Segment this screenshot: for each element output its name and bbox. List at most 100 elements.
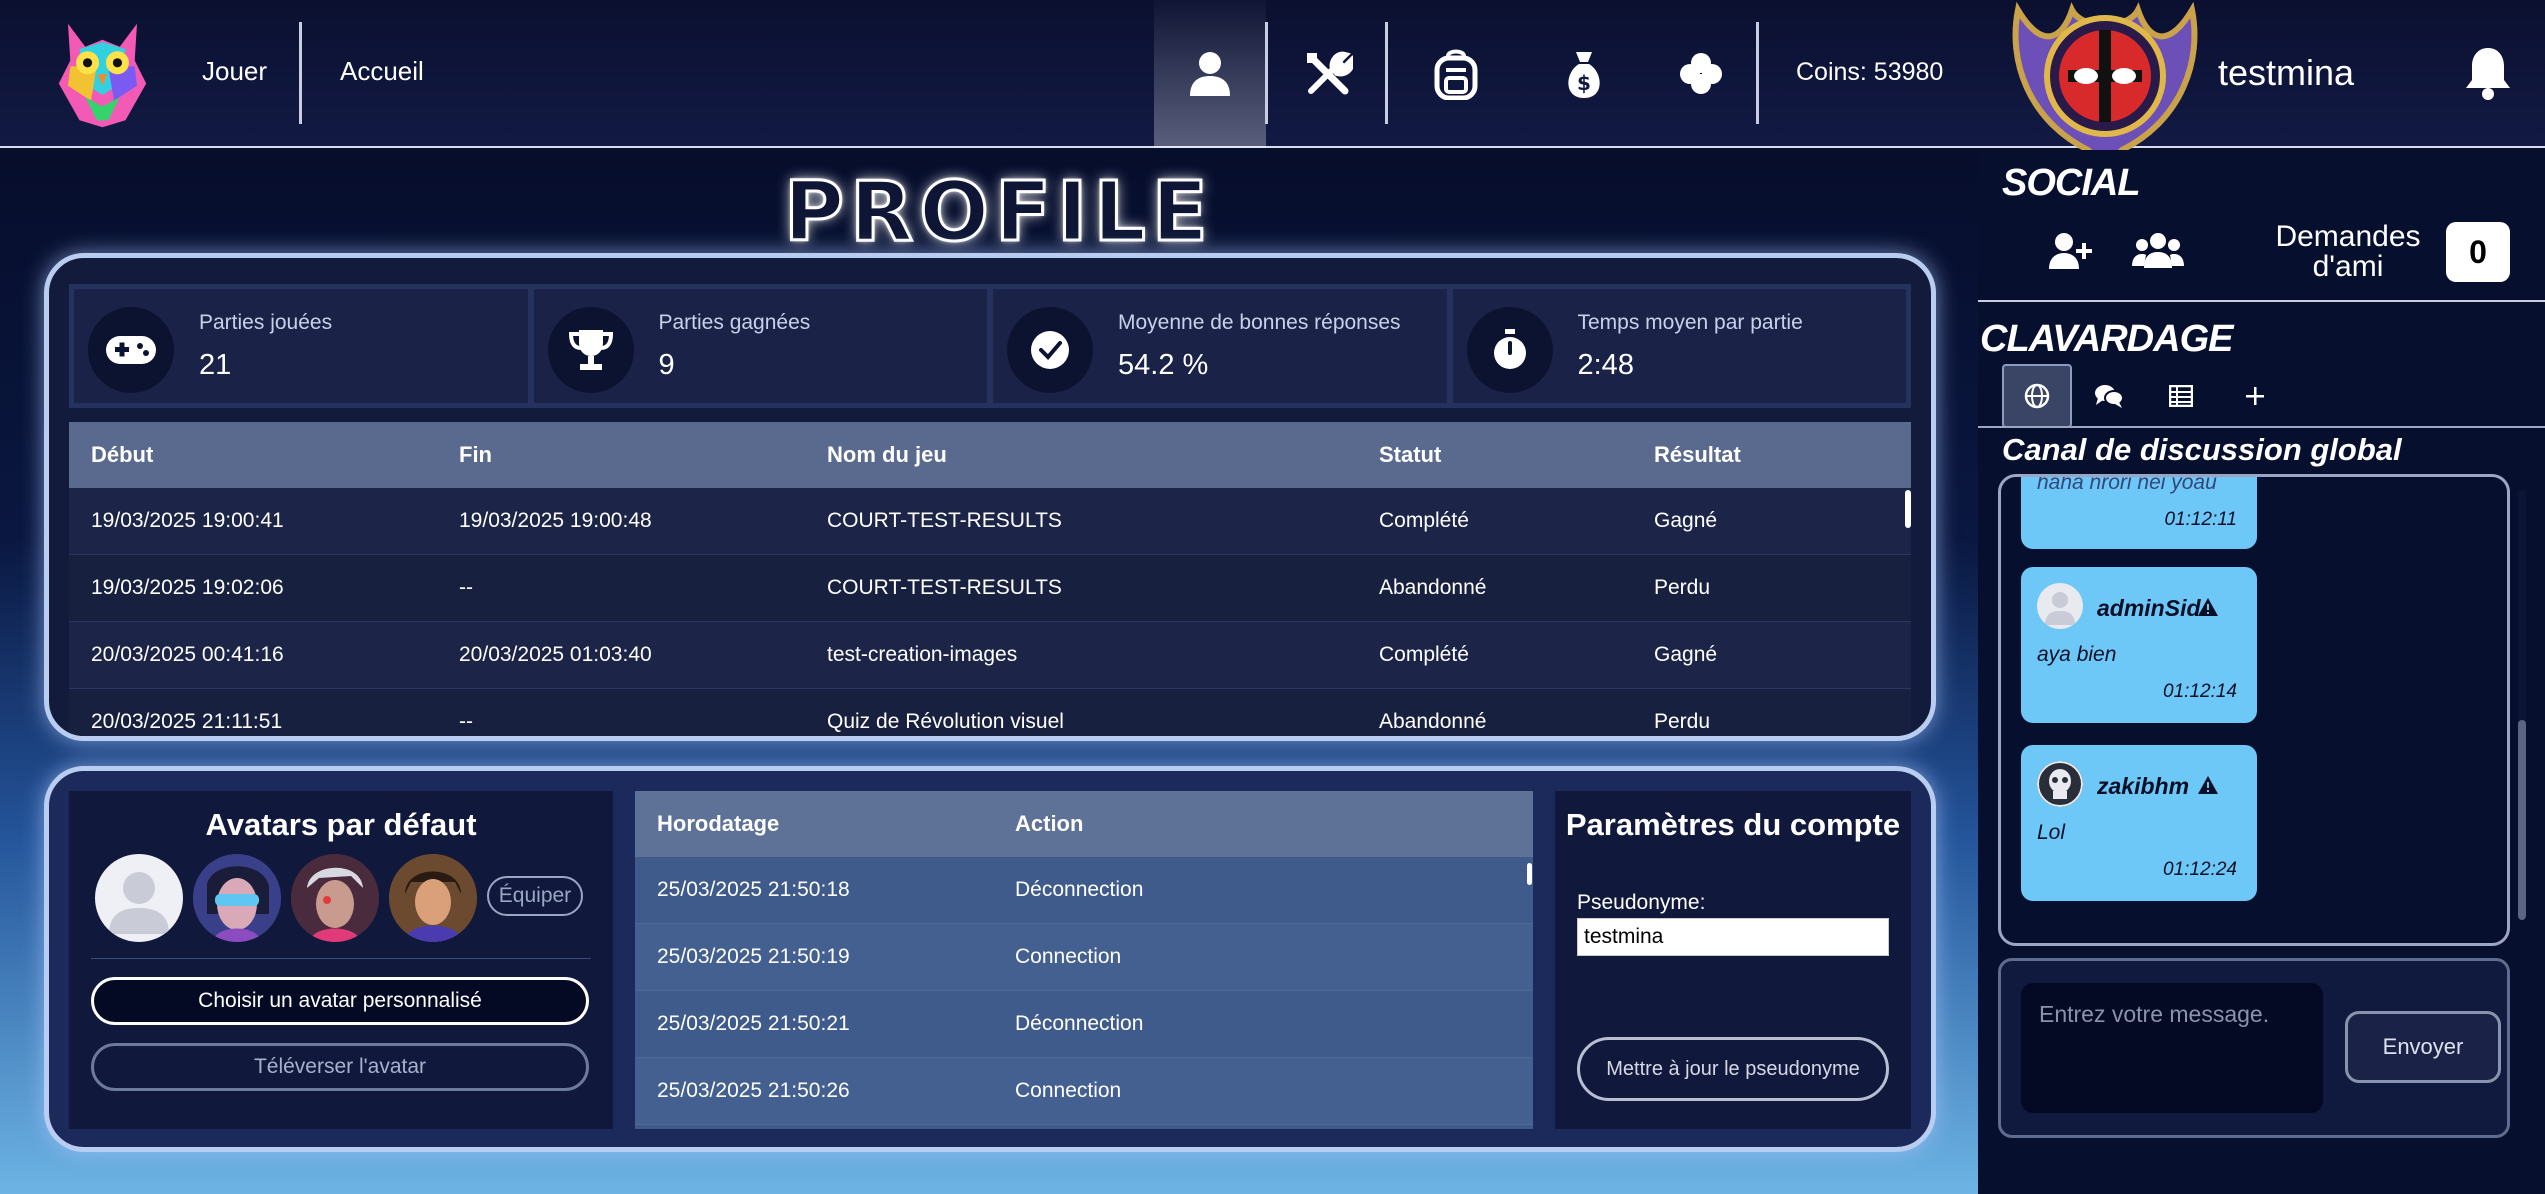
avatar[interactable] [2037,583,2083,629]
stat-value: 9 [658,349,675,381]
nav-tools-button[interactable] [1272,0,1384,148]
money-bag-icon: $ [1568,52,1600,98]
chat-tab-conversations[interactable] [2074,364,2144,428]
nav-luck-button[interactable] [1645,0,1757,148]
games-table-body: 19/03/2025 19:00:41 19/03/2025 19:00:48 … [69,488,1911,736]
owl-logo-icon[interactable] [45,12,160,132]
table-row[interactable]: 19/03/2025 19:00:41 19/03/2025 19:00:48 … [69,488,1911,555]
default-user-avatar-icon [109,872,169,934]
games-history-table: Début Fin Nom du jeu Statut Résultat 19/… [69,422,1911,736]
message-time: 01:12:14 [2163,681,2237,702]
friends-group-icon [2132,233,2184,268]
chat-scrollbar-thumb[interactable] [2518,720,2526,920]
choose-custom-avatar-button[interactable]: Choisir un avatar personnalisé [91,977,589,1025]
cell-start: 20/03/2025 00:41:16 [91,643,284,666]
games-table-scrollbar[interactable] [1905,490,1911,528]
chat-message: haha nrori nei yoau 01:12:11 [2021,474,2257,549]
cell-status: Complété [1379,643,1469,666]
cell-status: Abandonné [1379,576,1487,599]
chat-tab-add-channel[interactable] [2220,364,2290,428]
avatar-sunglasses-portrait-icon [193,854,281,942]
message-username[interactable]: adminSid [2097,595,2201,622]
message-text: haha nrori nei yoau [2037,474,2217,494]
message-text: aya bien [2037,643,2117,666]
table-row[interactable]: 20/03/2025 00:41:16 20/03/2025 01:03:40 … [69,622,1911,689]
table-row: 25/03/2025 21:50:21 Déconnection [635,991,1533,1058]
report-warning-icon[interactable] [2197,775,2219,795]
send-message-button[interactable]: Envoyer [2345,1011,2501,1083]
avatar-option-warrior[interactable] [389,854,477,942]
avatar-option-default[interactable] [95,854,183,942]
cell-status: Abandonné [1379,710,1487,733]
chat-messages-list[interactable]: haha nrori nei yoau 01:12:11 adminSid ay… [1998,474,2510,946]
avatar[interactable] [2037,761,2083,807]
column-header[interactable]: Action [993,811,1533,837]
trophy-icon [568,330,613,370]
nav-inventory-button[interactable] [1400,0,1512,148]
profile-settings-panel: Avatars par défaut Équiper Choisir un av… [44,766,1936,1152]
channel-title: Canal de discussion global [2002,432,2402,467]
avatar-option-cyborg[interactable] [291,854,379,942]
cell-action: Connection [1015,945,1122,968]
default-user-avatar-icon [2045,592,2075,625]
gamepad-icon [106,336,156,364]
nav-home-link[interactable]: Accueil [340,56,424,87]
column-header[interactable]: Résultat [1632,442,1911,468]
cell-end: -- [459,576,473,599]
stat-card-games-played: Parties jouées 21 [74,289,528,403]
divider [1978,426,2545,428]
column-header[interactable]: Fin [437,442,805,468]
stat-label: Moyenne de bonnes réponses [1118,311,1401,334]
cell-result: Gagné [1654,643,1718,666]
column-header[interactable]: Début [69,442,437,468]
stat-label: Parties gagnées [658,311,811,334]
check-circle-icon [1031,331,1069,369]
svg-text:$: $ [1577,71,1591,95]
report-warning-icon[interactable] [2197,597,2219,617]
chat-tab-channels-list[interactable] [2146,364,2216,428]
nav-shop-button[interactable]: $ [1528,0,1640,148]
pseudonym-label: Pseudonyme: [1577,891,1706,914]
stopwatch-icon [1493,329,1526,369]
column-header[interactable]: Statut [1357,442,1632,468]
message-time: 01:12:24 [2163,859,2237,880]
message-time: 01:12:11 [2164,509,2237,530]
cell-start: 19/03/2025 19:02:06 [91,576,284,599]
message-input[interactable] [2021,983,2323,1113]
tools-icon [1307,51,1353,95]
notification-bell-icon[interactable] [2460,44,2516,100]
rank-badge-avatar-icon[interactable] [1998,0,2212,168]
avatar-option-sunglasses[interactable] [193,854,281,942]
cell-action: Déconnection [1015,1012,1144,1035]
globe-icon [2024,383,2050,409]
table-row[interactable]: 20/03/2025 21:11:51 -- Quiz de Révolutio… [69,689,1911,736]
cell-start: 19/03/2025 19:00:41 [91,509,284,532]
column-header[interactable]: Nom du jeu [805,442,1357,468]
stat-value: 2:48 [1577,349,1634,381]
message-username[interactable]: zakibhm [2097,773,2189,800]
nav-play-link[interactable]: Jouer [202,56,267,87]
table-row: 25/03/2025 21:50:26 Connection [635,1058,1533,1125]
username-label[interactable]: testmina [2218,52,2354,94]
cell-game-name: COURT-TEST-RESULTS [827,576,1062,599]
add-friend-button[interactable] [2044,226,2098,276]
update-pseudonym-button[interactable]: Mettre à jour le pseudonyme [1577,1037,1889,1101]
chat-tab-global[interactable] [2002,364,2072,428]
upload-avatar-button[interactable]: Téléverser l'avatar [91,1043,589,1091]
table-row[interactable]: 19/03/2025 19:02:06 -- COURT-TEST-RESULT… [69,555,1911,622]
column-header[interactable]: Horodatage [635,811,993,837]
nav-profile-button[interactable] [1154,0,1266,148]
stat-label: Parties jouées [199,311,333,334]
profile-stats-panel: Parties jouées 21 Parties gagnées 9 Moye… [44,253,1936,741]
friends-list-button[interactable] [2128,226,2188,276]
cell-game-name: Quiz de Révolution visuel [827,710,1064,733]
divider [91,958,591,959]
pseudonym-input[interactable] [1577,918,1889,956]
friend-requests-label[interactable]: Demandes d'ami [2248,222,2448,282]
social-heading: SOCIAL [2002,162,2141,204]
cell-result: Perdu [1654,576,1711,599]
cell-start: 20/03/2025 21:11:51 [91,710,283,733]
log-table-scrollbar[interactable] [1527,863,1532,885]
friend-requests-count-badge[interactable]: 0 [2446,222,2510,282]
equip-avatar-button[interactable]: Équiper [487,876,583,916]
